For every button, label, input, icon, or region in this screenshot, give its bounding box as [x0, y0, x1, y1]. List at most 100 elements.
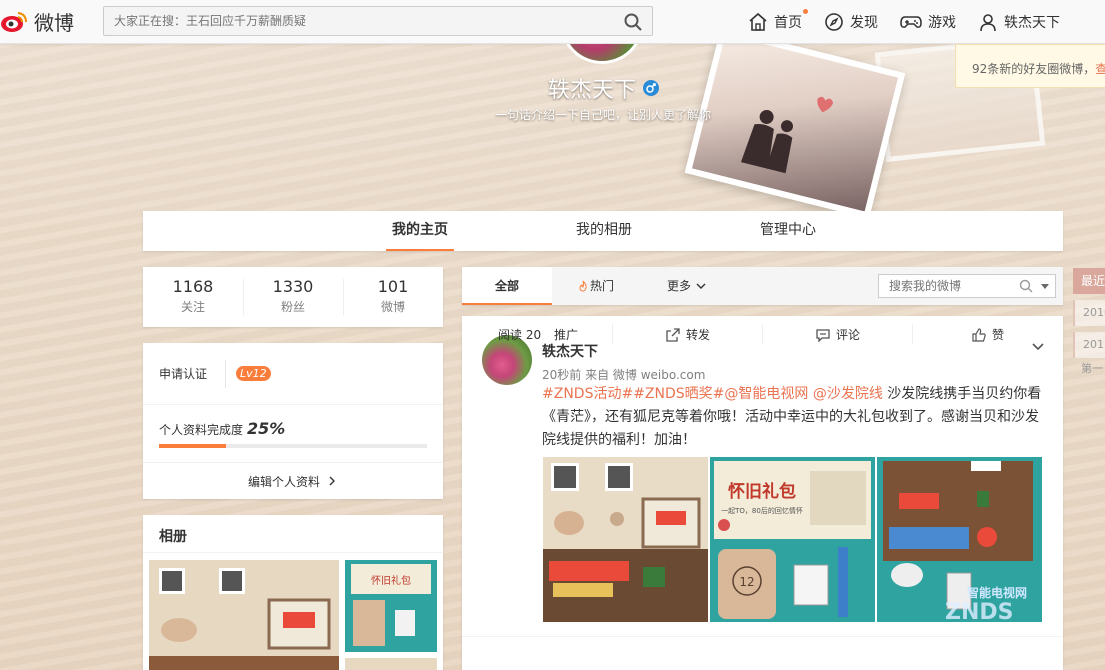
watermark-text: 智能电视网 [966, 585, 1027, 600]
gift-pack-subtext: 一起TO，80后的回忆情怀 [721, 506, 803, 515]
user-icon [980, 14, 996, 32]
cover-photo [684, 27, 906, 219]
post-image[interactable]: 智能电视网 ZNDS [877, 457, 1042, 622]
profile-bio[interactable]: 一句话介绍一下自己吧，让别人更了解你 [495, 106, 711, 123]
completion-progress-fill [159, 444, 226, 448]
album-gift-text: 怀旧礼包 [371, 574, 411, 587]
comment-icon [816, 328, 830, 342]
verify-row: 申请认证 Lv12 [143, 343, 443, 405]
post-image[interactable] [543, 457, 708, 622]
box-number-text: 12 [739, 575, 754, 589]
album-photo[interactable] [149, 560, 339, 670]
post-meta[interactable]: 20秒前 来自 微博 weibo.com [542, 366, 705, 383]
timeline-head[interactable]: 最近 [1073, 268, 1105, 294]
repost-label: 转发 [686, 328, 711, 342]
gamepad-icon [900, 16, 922, 28]
post-hashtags[interactable]: #ZNDS活动##ZNDS晒奖#@智能电视网 @沙发院线 [542, 386, 883, 402]
tab-manage-center[interactable]: 管理中心 [755, 211, 821, 251]
feed-search-input[interactable] [879, 275, 1009, 297]
flame-icon [579, 280, 587, 292]
notice-link[interactable]: 查 [1095, 62, 1105, 76]
chevron-down-icon[interactable] [1030, 338, 1046, 354]
thumbs-up-icon [972, 327, 986, 342]
promote-label: 推广 [554, 328, 579, 342]
promote-button[interactable]: 推广 [554, 326, 578, 343]
compass-icon [825, 13, 843, 31]
nav-home[interactable]: 首页 [748, 9, 808, 32]
timeline-nav: 最近 2016 2015 第一 [1073, 268, 1105, 376]
feed-filter-bar: 全部 热门 更多 [462, 267, 1063, 305]
male-icon [643, 80, 660, 96]
global-search[interactable] [103, 6, 653, 36]
post-content: #ZNDS活动##ZNDS晒奖#@智能电视网 @沙发院线 沙发院线携手当贝约你看… [542, 383, 1047, 452]
tab-my-album[interactable]: 我的相册 [571, 211, 637, 251]
feed-search[interactable] [878, 274, 1056, 298]
timeline-year[interactable]: 2015 [1073, 332, 1105, 358]
album-photo[interactable] [345, 658, 437, 670]
post-action-bar [462, 636, 1063, 670]
stat-label: 关注 [180, 300, 205, 314]
stat-following[interactable]: 1168 关注 [143, 267, 243, 327]
divider [912, 324, 913, 344]
edit-profile-link[interactable]: 编辑个人资料 [143, 463, 443, 499]
logo-text: 微博 [34, 10, 74, 35]
nav-user-label: 轶杰天下 [1004, 15, 1060, 31]
feed-tab-hot[interactable]: 热门 [578, 267, 614, 305]
read-count: 阅读 20 [498, 326, 541, 343]
level-badge[interactable]: Lv12 [236, 366, 271, 381]
post-author[interactable]: 轶杰天下 [542, 341, 598, 361]
stat-followers[interactable]: 1330 粉丝 [243, 267, 343, 327]
nav-home-label: 首页 [774, 15, 802, 31]
gift-pack-text: 怀旧礼包 [728, 481, 796, 502]
nav-games[interactable]: 游戏 [900, 12, 956, 32]
stat-value: 101 [377, 277, 409, 296]
timeline-year[interactable]: 2016 [1073, 300, 1105, 326]
album-photo[interactable]: 怀旧礼包 [345, 560, 437, 652]
post-image[interactable]: 怀旧礼包 一起TO，80后的回忆情怀 12 [710, 457, 875, 622]
divider [762, 324, 763, 344]
notice-text: 92条新的好友圈微博， [972, 62, 1096, 76]
stat-label: 微博 [380, 300, 405, 314]
weibo-post: 轶杰天下 20秒前 来自 微博 weibo.com #ZNDS活动##ZNDS晒… [462, 316, 1063, 670]
profile-tabs: 我的主页 我的相册 管理中心 [143, 211, 1063, 251]
profile-avatar[interactable] [560, 44, 644, 64]
read-count-label: 阅读 20 [498, 328, 542, 342]
album-card: 相册 怀旧礼包 [143, 515, 443, 670]
search-icon[interactable] [1019, 279, 1033, 293]
chevron-down-icon [696, 283, 706, 289]
stat-posts[interactable]: 101 微博 [343, 267, 443, 327]
weibo-logo[interactable]: 微博 [0, 6, 80, 36]
like-label: 赞 [992, 328, 1005, 342]
nav-games-label: 游戏 [928, 15, 956, 31]
apply-verify-link[interactable]: 申请认证 [159, 365, 207, 382]
comment-label: 评论 [836, 328, 861, 342]
edit-profile-label: 编辑个人资料 [247, 474, 320, 489]
repost-button[interactable]: 转发 [666, 326, 710, 343]
caret-down-icon[interactable] [1041, 284, 1049, 289]
global-search-input[interactable] [104, 7, 604, 35]
nav-user[interactable]: 轶杰天下 [978, 12, 1060, 32]
comment-button[interactable]: 评论 [816, 326, 860, 343]
nav-discover[interactable]: 发现 [824, 12, 878, 32]
nav-discover-label: 发现 [850, 15, 878, 31]
watermark-text-2: ZNDS [945, 600, 1013, 622]
completion-label: 个人资料完成度 [159, 423, 244, 437]
profile-name-text: 轶杰天下 [548, 78, 637, 103]
search-icon[interactable] [624, 13, 642, 31]
timeline-sub[interactable]: 第一 [1073, 360, 1105, 376]
profile-stats: 1168 关注 1330 粉丝 101 微博 [143, 267, 443, 327]
completion-percent: 25% [247, 419, 286, 438]
notification-dot [803, 9, 808, 14]
feed-tab-more[interactable]: 更多 [667, 267, 707, 305]
profile-info-card: 申请认证 Lv12 个人资料完成度 25% 编辑个人资料 [143, 343, 443, 499]
repost-icon [666, 327, 680, 342]
divider [225, 359, 227, 388]
like-button[interactable]: 赞 [972, 326, 1004, 343]
top-navigation: 微博 首页 发现 [0, 0, 1105, 44]
couple-silhouette-icon [740, 96, 834, 174]
stat-value: 1168 [172, 277, 214, 296]
feed-tab-all[interactable]: 全部 [462, 267, 552, 305]
new-posts-notice[interactable]: 92条新的好友圈微博，查 [955, 44, 1105, 88]
album-title[interactable]: 相册 [143, 515, 443, 553]
tab-my-home[interactable]: 我的主页 [386, 211, 454, 251]
